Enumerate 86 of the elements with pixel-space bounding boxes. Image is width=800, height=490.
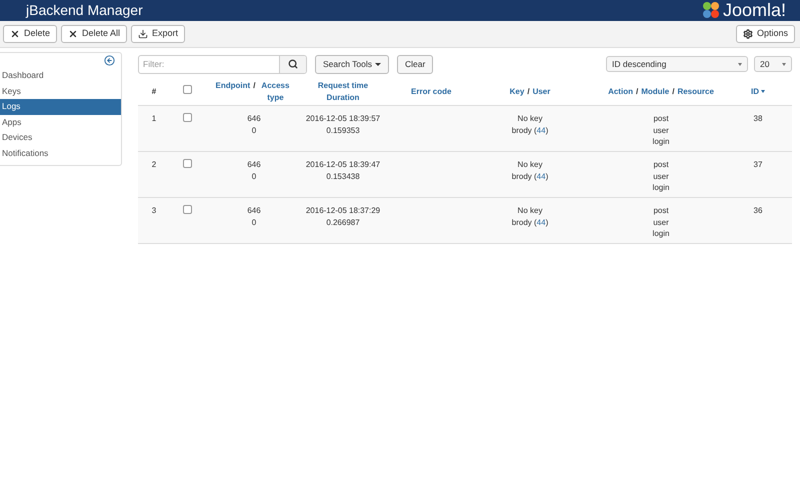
separator: / xyxy=(634,86,640,96)
app-title: jBackend Manager xyxy=(26,2,143,18)
logo-text: Joomla! xyxy=(722,1,786,19)
table-cell: 646 xyxy=(247,113,261,124)
column-header-link[interactable]: ID xyxy=(751,86,759,98)
row-number: 2 xyxy=(152,160,156,169)
toolbar-button[interactable]: Export xyxy=(131,25,186,43)
column-header-link[interactable]: Resource xyxy=(677,86,714,96)
separator: / xyxy=(671,86,676,96)
options-button[interactable]: Options xyxy=(736,25,795,43)
table-cell: 2016-12-05 18:39:57 xyxy=(306,113,380,124)
table-cell: user xyxy=(653,170,669,182)
sidebar-item[interactable]: Devices xyxy=(0,130,121,146)
table-cell: 0.159353 xyxy=(326,124,360,136)
limit-select[interactable]: 20 xyxy=(754,56,792,72)
table-cell: 646 xyxy=(247,159,261,170)
download-icon xyxy=(138,29,148,39)
column-header-link[interactable]: Endpoint xyxy=(216,80,250,90)
checkbox[interactable] xyxy=(182,205,192,214)
filter-input[interactable]: Filter: xyxy=(139,56,279,72)
column-header-link[interactable]: Duration xyxy=(304,92,382,104)
clear-button[interactable]: Clear xyxy=(396,54,434,74)
table-cell: post xyxy=(653,113,669,124)
separator: / xyxy=(526,86,531,96)
table-cell: No key xyxy=(518,113,542,124)
table-cell: user xyxy=(653,124,669,136)
table-cell: login xyxy=(652,182,670,194)
table-cell: 0 xyxy=(252,170,256,182)
table-cell: 0 xyxy=(252,216,256,228)
table-cell: post xyxy=(653,205,669,216)
logo-icon xyxy=(700,0,721,20)
table-cell: 646 xyxy=(247,205,261,216)
sidebar-item[interactable]: Notifications xyxy=(0,146,121,161)
checkbox[interactable] xyxy=(182,113,192,122)
sidebar-item[interactable]: Dashboard xyxy=(0,68,121,84)
toolbar-button[interactable]: Delete All xyxy=(61,25,128,43)
checkbox[interactable] xyxy=(182,159,192,168)
search-button[interactable] xyxy=(279,56,306,72)
column-header-link[interactable]: User xyxy=(532,86,550,96)
row-number: 1 xyxy=(152,114,156,123)
table-cell: brody (44) xyxy=(512,216,548,228)
column-header-link[interactable]: Key xyxy=(510,86,524,96)
ordering-select[interactable]: ID descending xyxy=(606,56,748,72)
table-cell: No key xyxy=(518,159,542,170)
user-id-link[interactable]: 44 xyxy=(536,172,546,180)
table-cell: brody (44) xyxy=(512,170,548,182)
settings-icon xyxy=(742,29,753,39)
column-header-link[interactable]: Action xyxy=(608,86,633,96)
caret-icon xyxy=(782,62,786,66)
column-header-link[interactable]: Error code xyxy=(411,86,452,96)
column-header-link[interactable]: Module xyxy=(641,86,670,96)
column-header-link[interactable]: Access type xyxy=(258,80,292,104)
table-cell: 0.153438 xyxy=(326,170,360,182)
separator: / xyxy=(252,80,256,90)
collapse-icon xyxy=(104,55,115,66)
table-cell: user xyxy=(653,216,669,228)
sidebar-item[interactable]: Keys xyxy=(0,84,121,99)
user-id-link[interactable]: 44 xyxy=(536,218,546,226)
close-icon xyxy=(10,29,20,39)
sidebar-item[interactable]: Logs xyxy=(0,99,121,114)
filter-field[interactable]: Filter: xyxy=(138,54,307,74)
search-icon xyxy=(288,59,298,69)
table-cell: brody (44) xyxy=(512,124,548,136)
user-id-link[interactable]: 44 xyxy=(536,126,546,134)
table-cell: 36 xyxy=(754,206,762,215)
close-icon xyxy=(68,29,78,39)
table-cell: 0 xyxy=(252,124,256,136)
search-tools-button[interactable]: Search Tools xyxy=(315,54,389,74)
caret-icon xyxy=(738,62,742,66)
table-cell: No key xyxy=(518,205,542,216)
table-cell: post xyxy=(653,159,669,170)
table-cell: 2016-12-05 18:37:29 xyxy=(306,205,380,216)
row-number: 3 xyxy=(152,206,156,215)
column-header-link[interactable]: Request time xyxy=(304,80,382,92)
table-cell: login xyxy=(652,136,670,148)
caret-icon xyxy=(374,62,381,66)
table-cell: 37 xyxy=(754,160,762,169)
sort-caret-icon xyxy=(761,90,765,93)
column-header: # xyxy=(152,86,156,96)
table-cell: 0.266987 xyxy=(326,216,360,228)
checkbox[interactable] xyxy=(182,85,192,94)
sidebar-item[interactable]: Apps xyxy=(0,114,121,130)
toolbar-button[interactable]: Delete xyxy=(3,25,58,43)
table-cell: 38 xyxy=(754,114,762,123)
table-cell: login xyxy=(652,228,670,240)
table-cell: 2016-12-05 18:39:47 xyxy=(306,159,380,170)
